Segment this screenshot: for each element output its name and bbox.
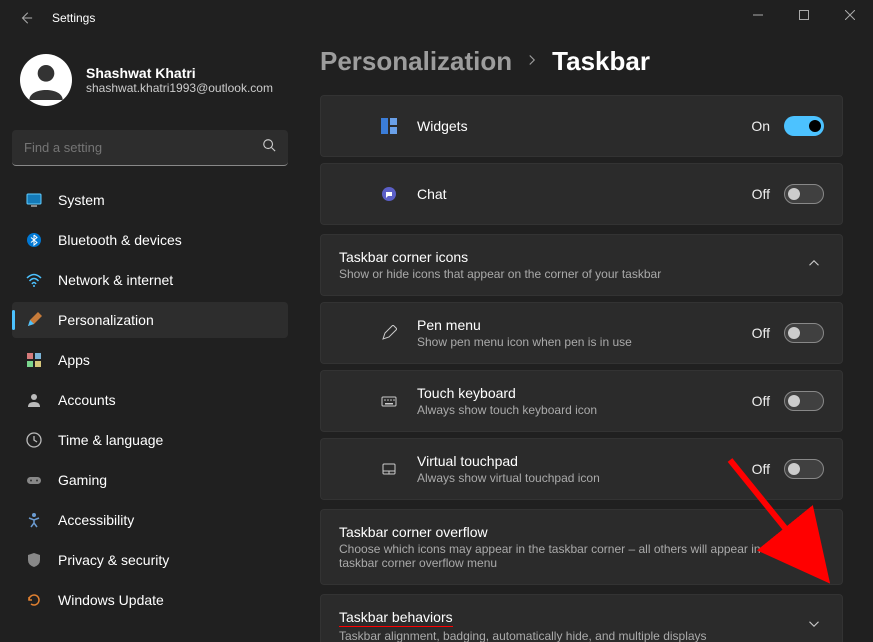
section-title: Taskbar corner overflow <box>339 524 808 540</box>
touchpad-icon <box>379 459 399 479</box>
chevron-down-icon <box>808 538 820 556</box>
avatar <box>20 54 72 106</box>
row-pen-menu: Pen menu Show pen menu icon when pen is … <box>320 302 843 364</box>
chat-icon <box>379 184 399 204</box>
nav-label: Gaming <box>58 472 107 488</box>
row-virtual-touchpad: Virtual touchpad Always show virtual tou… <box>320 438 843 500</box>
toggle-state: Off <box>752 393 770 409</box>
personalization-icon <box>24 310 44 330</box>
row-touch-keyboard: Touch keyboard Always show touch keyboar… <box>320 370 843 432</box>
section-taskbar-behaviors: Taskbar behaviors Taskbar alignment, bad… <box>320 594 843 642</box>
section-corner-icons: Taskbar corner icons Show or hide icons … <box>320 234 843 296</box>
nav-item-accessibility[interactable]: Accessibility <box>12 502 288 538</box>
network-icon <box>24 270 44 290</box>
main-content: Personalization Taskbar Widgets On Chat … <box>300 36 873 642</box>
window-title: Settings <box>52 11 95 25</box>
update-icon <box>24 590 44 610</box>
apps-icon <box>24 350 44 370</box>
gaming-icon <box>24 470 44 490</box>
row-subtitle: Show pen menu icon when pen is in use <box>417 335 752 349</box>
chat-toggle[interactable] <box>784 184 824 204</box>
maximize-button[interactable] <box>781 0 827 30</box>
row-subtitle: Always show touch keyboard icon <box>417 403 752 417</box>
search-box[interactable] <box>12 130 288 166</box>
chevron-down-icon <box>808 617 820 635</box>
breadcrumb: Personalization Taskbar <box>320 46 843 77</box>
accessibility-icon <box>24 510 44 530</box>
minimize-button[interactable] <box>735 0 781 30</box>
nav-label: Bluetooth & devices <box>58 232 182 248</box>
nav-label: Accessibility <box>58 512 134 528</box>
section-subtitle: Show or hide icons that appear on the co… <box>339 267 808 281</box>
row-title: Touch keyboard <box>417 385 752 401</box>
accounts-icon <box>24 390 44 410</box>
section-header-corner-icons[interactable]: Taskbar corner icons Show or hide icons … <box>321 235 842 295</box>
sidebar: Shashwat Khatri shashwat.khatri1993@outl… <box>0 36 300 642</box>
window-controls <box>735 0 873 30</box>
nav-item-apps[interactable]: Apps <box>12 342 288 378</box>
section-subtitle: Taskbar alignment, badging, automaticall… <box>339 629 808 642</box>
nav-item-gaming[interactable]: Gaming <box>12 462 288 498</box>
widgets-icon <box>379 116 399 136</box>
nav-label: Apps <box>58 352 90 368</box>
nav-item-accounts[interactable]: Accounts <box>12 382 288 418</box>
pen-toggle[interactable] <box>784 323 824 343</box>
chevron-up-icon <box>808 256 820 274</box>
row-title: Pen menu <box>417 317 752 333</box>
user-email: shashwat.khatri1993@outlook.com <box>86 81 273 95</box>
user-name: Shashwat Khatri <box>86 65 273 81</box>
row-title: Virtual touchpad <box>417 453 752 469</box>
nav-item-time[interactable]: Time & language <box>12 422 288 458</box>
nav-list: System Bluetooth & devices Network & int… <box>12 182 288 618</box>
toggle-state: On <box>751 118 770 134</box>
breadcrumb-current: Taskbar <box>552 46 650 77</box>
titlebar: Settings <box>0 0 873 36</box>
section-corner-overflow: Taskbar corner overflow Choose which ico… <box>320 509 843 585</box>
row-label: Widgets <box>417 118 751 134</box>
system-icon <box>24 190 44 210</box>
nav-item-bluetooth[interactable]: Bluetooth & devices <box>12 222 288 258</box>
close-button[interactable] <box>827 0 873 30</box>
section-title: Taskbar behaviors <box>339 609 453 627</box>
nav-item-personalization[interactable]: Personalization <box>12 302 288 338</box>
toggle-state: Off <box>752 461 770 477</box>
nav-label: Privacy & security <box>58 552 169 568</box>
nav-label: Network & internet <box>58 272 173 288</box>
breadcrumb-parent[interactable]: Personalization <box>320 46 512 77</box>
nav-label: Time & language <box>58 432 163 448</box>
time-icon <box>24 430 44 450</box>
section-header-overflow[interactable]: Taskbar corner overflow Choose which ico… <box>321 510 842 584</box>
section-subtitle: Choose which icons may appear in the tas… <box>339 542 808 570</box>
bluetooth-icon <box>24 230 44 250</box>
toggle-state: Off <box>752 325 770 341</box>
row-label: Chat <box>417 186 752 202</box>
nav-item-network[interactable]: Network & internet <box>12 262 288 298</box>
back-button[interactable] <box>10 2 42 34</box>
nav-item-update[interactable]: Windows Update <box>12 582 288 618</box>
keyboard-icon <box>379 391 399 411</box>
nav-item-system[interactable]: System <box>12 182 288 218</box>
nav-label: Accounts <box>58 392 116 408</box>
virtual-touchpad-toggle[interactable] <box>784 459 824 479</box>
widgets-toggle[interactable] <box>784 116 824 136</box>
search-icon <box>262 138 276 157</box>
section-title: Taskbar corner icons <box>339 249 808 265</box>
row-chat: Chat Off <box>320 163 843 225</box>
nav-label: System <box>58 192 105 208</box>
nav-label: Personalization <box>58 312 154 328</box>
row-subtitle: Always show virtual touchpad icon <box>417 471 752 485</box>
search-input[interactable] <box>24 140 262 155</box>
toggle-state: Off <box>752 186 770 202</box>
nav-label: Windows Update <box>58 592 164 608</box>
touch-keyboard-toggle[interactable] <box>784 391 824 411</box>
user-block[interactable]: Shashwat Khatri shashwat.khatri1993@outl… <box>12 46 288 114</box>
row-widgets: Widgets On <box>320 95 843 157</box>
pen-icon <box>379 323 399 343</box>
section-header-behaviors[interactable]: Taskbar behaviors Taskbar alignment, bad… <box>321 595 842 642</box>
chevron-right-icon <box>526 53 538 71</box>
privacy-icon <box>24 550 44 570</box>
nav-item-privacy[interactable]: Privacy & security <box>12 542 288 578</box>
